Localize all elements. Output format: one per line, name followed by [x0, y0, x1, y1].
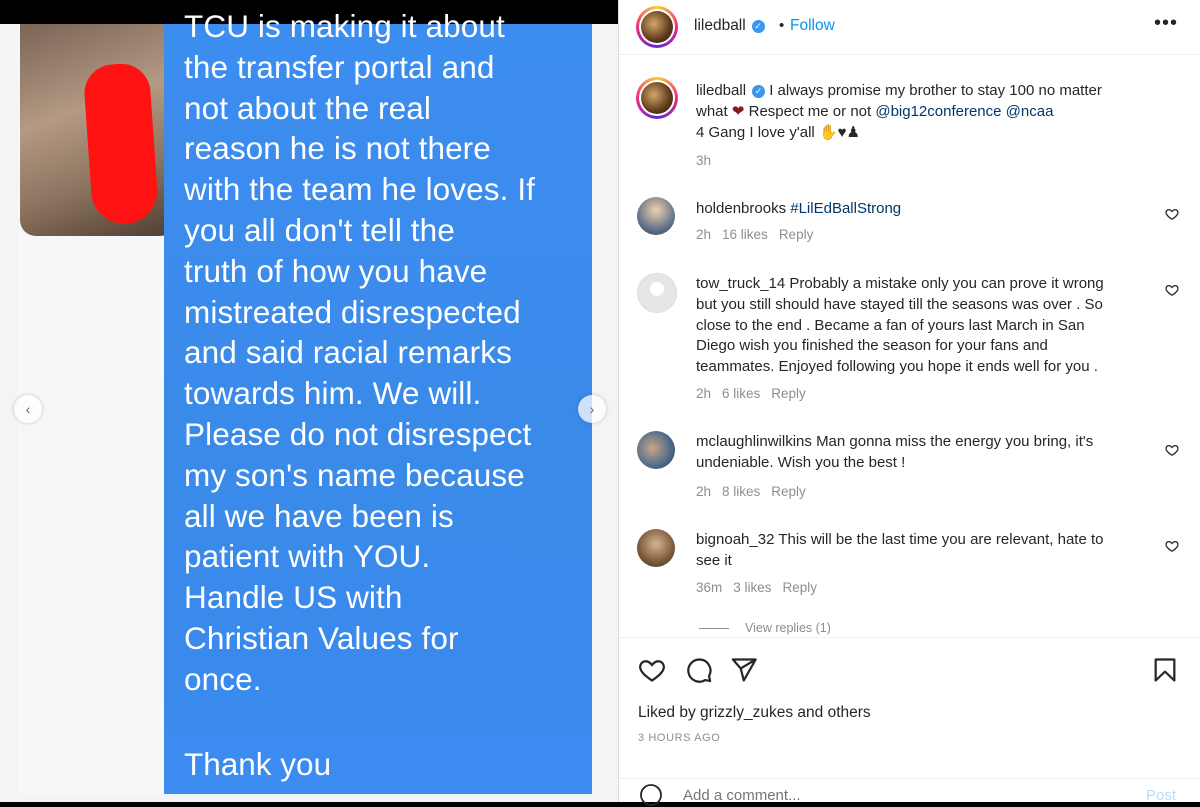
message-line: and said racial remarks: [184, 334, 512, 371]
comment-text: bignoah_32 This will be the last time yo…: [696, 531, 1104, 569]
like-comment-heart-icon[interactable]: [1165, 207, 1179, 221]
hashtag-link[interactable]: #LilEdBallStrong: [790, 200, 901, 217]
reply-button[interactable]: Reply: [779, 227, 814, 242]
like-comment-heart-icon[interactable]: [1165, 443, 1179, 457]
post-details-panel: liledball ✓ • Follow ••• liledball ✓ I alw…: [618, 0, 1200, 806]
liked-by-others[interactable]: others: [828, 704, 871, 721]
next-image-button[interactable]: ›: [578, 395, 606, 423]
heart-emoji-icon: ❤: [731, 102, 745, 120]
caption-avatar[interactable]: [636, 77, 678, 119]
avatar-image: [641, 11, 673, 43]
message-line: mistreated disrespected: [184, 293, 521, 330]
avatar[interactable]: [637, 431, 675, 469]
add-comment-bar: Post: [619, 778, 1200, 806]
header-username[interactable]: liledball ✓: [694, 17, 765, 35]
liked-by-user[interactable]: grizzly_zukes: [700, 704, 793, 721]
comment-username[interactable]: bignoah_32: [696, 531, 774, 548]
reply-button[interactable]: Reply: [771, 484, 806, 499]
avatar[interactable]: [637, 197, 675, 235]
message-line: TCU is making it about: [184, 8, 505, 44]
share-paper-plane-icon[interactable]: [730, 656, 758, 684]
previous-image-button[interactable]: ‹: [14, 395, 42, 423]
comment-meta: 2h 8 likes Reply: [696, 484, 806, 499]
post-timestamp[interactable]: 3 HOURS AGO: [638, 732, 720, 744]
emoji-icon[interactable]: [639, 783, 663, 807]
caption-meta: 3h: [696, 153, 722, 168]
post-header: liledball ✓ • Follow •••: [619, 0, 1200, 55]
comment-meta: 2h 6 likes Reply: [696, 386, 806, 401]
more-options-icon[interactable]: •••: [1154, 12, 1178, 35]
comment-username[interactable]: mclaughlinwilkins: [696, 433, 812, 450]
view-replies-button[interactable]: View replies (1): [699, 621, 831, 635]
comment-text: mclaughlinwilkins Man gonna miss the ene…: [696, 433, 1094, 471]
mention-link[interactable]: @big12conference: [875, 103, 1001, 120]
message-closing: Thank you: [184, 746, 332, 782]
reply-button[interactable]: Reply: [771, 386, 806, 401]
cropped-profile-photo: [20, 24, 176, 236]
follow-button[interactable]: Follow: [790, 17, 835, 35]
message-line: with the team he loves. If: [184, 171, 536, 208]
comment-meta: 36m 3 likes Reply: [696, 580, 818, 595]
comment-username[interactable]: tow_truck_14: [696, 275, 785, 292]
comments-list: liledball ✓ I always promise my brother t…: [619, 55, 1200, 637]
caption-time[interactable]: 3h: [696, 153, 711, 168]
avatar[interactable]: [637, 529, 675, 567]
comment-input[interactable]: [683, 787, 1103, 804]
save-bookmark-icon[interactable]: [1151, 656, 1179, 684]
like-comment-heart-icon[interactable]: [1165, 539, 1179, 553]
message-line: not about the real: [184, 89, 431, 126]
avatar[interactable]: [636, 6, 678, 48]
liked-by-summary: Liked by grizzly_zukes and others: [638, 704, 871, 721]
message-line: Handle US with: [184, 579, 403, 616]
message-line: you all don't tell the: [184, 211, 455, 248]
mention-link[interactable]: @ncaa: [1006, 103, 1054, 120]
message-line: the transfer portal and: [184, 48, 495, 85]
message-line: Christian Values for: [184, 619, 459, 656]
caption-text: liledball ✓ I always promise my brother t…: [696, 82, 1102, 141]
post-media: TCU is making it about the transfer port…: [0, 0, 618, 802]
like-comment-heart-icon[interactable]: [1165, 283, 1179, 297]
message-line: my son's name because: [184, 456, 525, 493]
message-line: once.: [184, 660, 262, 697]
message-line: towards him. We will.: [184, 375, 482, 412]
post-comment-button[interactable]: Post: [1146, 787, 1176, 804]
chevron-left-icon: ‹: [25, 401, 31, 417]
message-line: patient with YOU.: [184, 538, 431, 575]
divider: [699, 628, 729, 630]
reply-button[interactable]: Reply: [783, 580, 818, 595]
verified-badge-icon: ✓: [752, 85, 766, 98]
comment-bubble-icon[interactable]: [685, 656, 713, 684]
chevron-right-icon: ›: [589, 401, 595, 417]
message-line: all we have been is: [184, 497, 454, 534]
message-line: truth of how you have: [184, 252, 488, 289]
comment-username[interactable]: holdenbrooks: [696, 200, 786, 217]
message-line: Please do not disrespect: [184, 415, 532, 452]
comment-text: tow_truck_14 Probably a mistake only you…: [696, 275, 1104, 376]
message-text: TCU is making it about the transfer port…: [184, 6, 584, 700]
message-line: reason he is not there: [184, 130, 491, 167]
default-avatar-icon: [650, 282, 664, 296]
avatar[interactable]: [637, 273, 677, 313]
comment-meta: 2h 16 likes Reply: [696, 227, 814, 242]
caption-username[interactable]: liledball: [696, 82, 746, 99]
red-redaction-mark: [82, 61, 160, 227]
comment-text: holdenbrooks #LilEdBallStrong: [696, 199, 1146, 220]
separator-dot: •: [779, 17, 785, 34]
post-actions: Liked by grizzly_zukes and others 3 HOUR…: [619, 637, 1200, 754]
verified-badge-icon: ✓: [751, 20, 765, 33]
emoji-group-icon: ✋♥♟: [818, 123, 860, 141]
like-heart-icon[interactable]: [638, 656, 666, 684]
